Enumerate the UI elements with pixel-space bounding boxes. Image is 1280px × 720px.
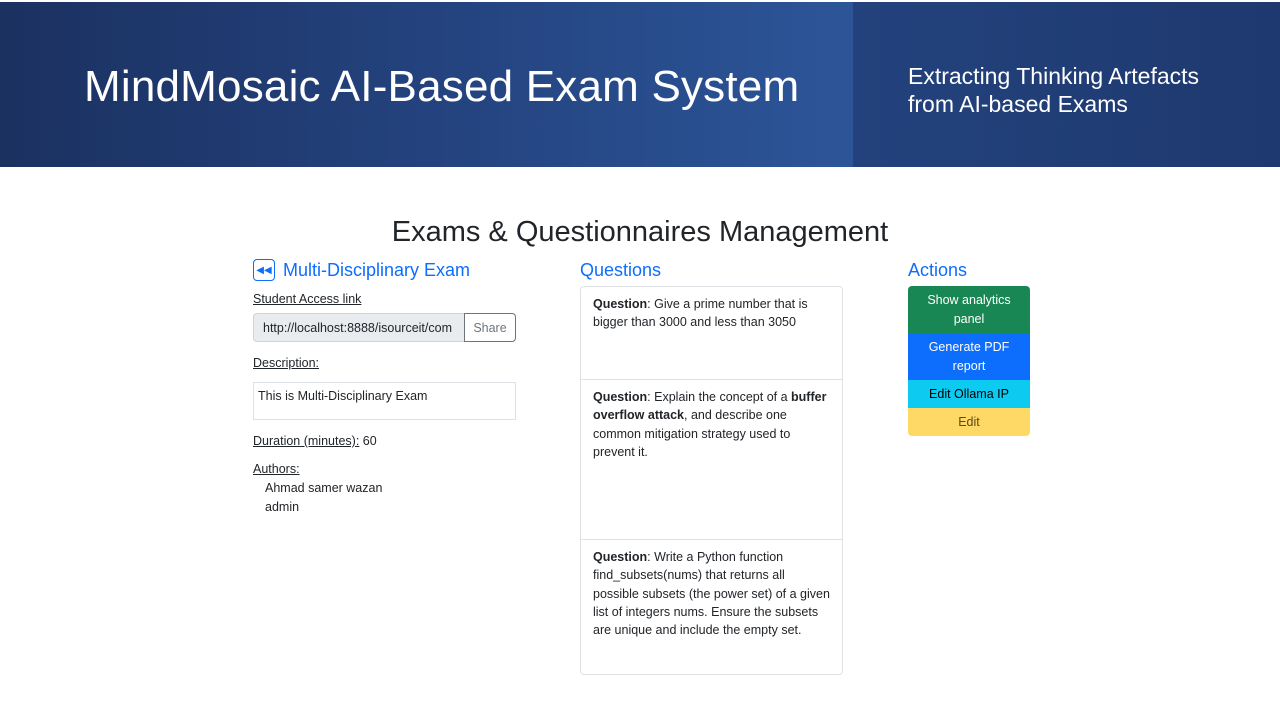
actions-heading: Actions <box>908 260 968 280</box>
question-item[interactable]: Question: Explain the concept of a buffe… <box>581 380 842 540</box>
page-title: Exams & Questionnaires Management <box>391 216 889 248</box>
edit-ollama-ip-button[interactable]: Edit Ollama IP <box>908 380 1030 408</box>
access-link-group: Share <box>253 313 516 342</box>
description-label: Description: <box>253 356 319 370</box>
edit-button[interactable]: Edit <box>908 408 1030 436</box>
questions-list: Question: Give a prime number that is bi… <box>580 286 843 675</box>
exam-details: ◀◀ Multi-Disciplinary Exam Student Acces… <box>253 258 518 516</box>
access-link-input[interactable] <box>253 313 464 342</box>
header-banner: MindMosaic AI-Based Exam System Extracti… <box>0 2 1280 167</box>
question-prefix: Question <box>593 550 648 564</box>
exam-name: Multi-Disciplinary Exam <box>283 260 471 280</box>
description-box: This is Multi-Disciplinary Exam <box>253 382 516 420</box>
actions-group: Show analytics panel Generate PDF report… <box>908 286 1030 436</box>
back-button[interactable]: ◀◀ <box>253 259 275 281</box>
authors-list: Ahmad samer wazan admin <box>253 479 518 516</box>
duration-label: Duration (minutes): <box>253 434 360 448</box>
question-prefix: Question <box>593 390 648 404</box>
question-prefix: Question <box>593 297 648 311</box>
questions-section: Questions Question: Give a prime number … <box>580 258 843 675</box>
banner-subtitle: Extracting Thinking Artefacts from AI-ba… <box>908 63 1200 117</box>
generate-pdf-button[interactable]: Generate PDF report <box>908 333 1030 380</box>
author-item: admin <box>265 499 300 514</box>
questions-heading: Questions <box>580 260 662 280</box>
show-analytics-button[interactable]: Show analytics panel <box>908 286 1030 333</box>
access-link-label: Student Access link <box>253 292 362 306</box>
duration-value: 60 <box>362 434 377 448</box>
rewind-icon: ◀◀ <box>256 264 272 276</box>
question-item[interactable]: Question: Give a prime number that is bi… <box>581 287 842 380</box>
actions-section: Actions Show analytics panel Generate PD… <box>908 258 1030 436</box>
question-text: Explain the concept of a <box>654 390 792 404</box>
exam-header: ◀◀ Multi-Disciplinary Exam <box>253 258 518 282</box>
banner-title: MindMosaic AI-Based Exam System <box>84 62 800 111</box>
authors-label: Authors: <box>253 462 300 476</box>
question-item[interactable]: Question: Write a Python function find_s… <box>581 540 842 674</box>
duration-row: Duration (minutes): 60 <box>253 434 518 448</box>
author-item: Ahmad samer wazan <box>265 481 383 495</box>
share-button[interactable]: Share <box>464 313 516 342</box>
